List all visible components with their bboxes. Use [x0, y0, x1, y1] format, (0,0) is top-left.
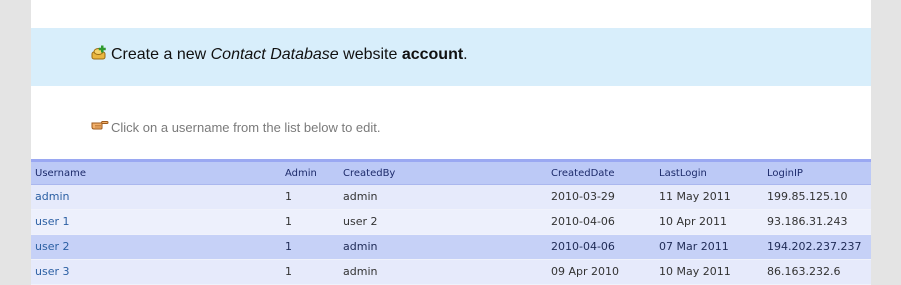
column-header-admin[interactable]: Admin	[285, 162, 317, 186]
createdby-cell: admin	[343, 240, 378, 253]
createdby-cell: user 2	[343, 215, 378, 228]
lastlogin-cell: 10 Apr 2011	[659, 215, 728, 228]
column-header-createdby[interactable]: CreatedBy	[343, 162, 395, 186]
createddate-cell: 2010-04-06	[551, 240, 615, 253]
create-account-link[interactable]: Create a new Contact Database website ac…	[111, 45, 468, 65]
admin-cell: 1	[285, 215, 292, 228]
main-panel: Create a new Contact Database website ac…	[31, 0, 871, 285]
createddate-cell: 09 Apr 2010	[551, 265, 620, 278]
lastlogin-cell: 07 Mar 2011	[659, 240, 729, 253]
createdby-cell: admin	[343, 265, 378, 278]
create-text-app-name: Contact Database	[210, 46, 339, 63]
column-header-lastlogin[interactable]: LastLogin	[659, 162, 707, 186]
create-account-banner: Create a new Contact Database website ac…	[31, 28, 871, 86]
table-row[interactable]: admin 1 admin 2010-03-29 11 May 2011 199…	[31, 185, 871, 210]
table-row-highlighted[interactable]: user 2 1 admin 2010-04-06 07 Mar 2011 19…	[31, 235, 871, 260]
createddate-cell: 2010-04-06	[551, 215, 615, 228]
hint-text: Click on a username from the list below …	[111, 120, 381, 135]
username-link[interactable]: user 2	[35, 235, 70, 259]
lastlogin-cell: 11 May 2011	[659, 190, 731, 203]
create-text-account: account	[401, 46, 464, 63]
create-text-suffix: .	[463, 46, 468, 63]
loginip-cell: 199.85.125.10	[767, 190, 848, 203]
table-header-row: Username Admin CreatedBy CreatedDate Las…	[31, 162, 871, 185]
admin-cell: 1	[285, 240, 292, 253]
column-header-loginip[interactable]: LoginIP	[767, 162, 803, 186]
accounts-table: Username Admin CreatedBy CreatedDate Las…	[31, 159, 871, 285]
add-user-icon[interactable]	[91, 45, 107, 61]
loginip-cell: 93.186.31.243	[767, 215, 848, 228]
createddate-cell: 2010-03-29	[551, 190, 615, 203]
admin-cell: 1	[285, 265, 292, 278]
pointing-hand-icon	[91, 116, 109, 132]
username-link[interactable]: user 3	[35, 260, 70, 284]
create-text-middle: website	[338, 46, 402, 63]
loginip-cell: 86.163.232.6	[767, 265, 841, 278]
column-header-createddate[interactable]: CreatedDate	[551, 162, 614, 186]
column-header-username[interactable]: Username	[35, 162, 86, 186]
username-link[interactable]: admin	[35, 185, 69, 209]
createdby-cell: admin	[343, 190, 378, 203]
table-row[interactable]: user 3 1 admin 09 Apr 2010 10 May 2011 8…	[31, 260, 871, 285]
lastlogin-cell: 10 May 2011	[659, 265, 731, 278]
admin-cell: 1	[285, 190, 292, 203]
table-row[interactable]: user 1 1 user 2 2010-04-06 10 Apr 2011 9…	[31, 210, 871, 235]
create-text-prefix: Create a new	[111, 46, 211, 63]
loginip-cell: 194.202.237.237	[767, 240, 862, 253]
username-link[interactable]: user 1	[35, 210, 70, 234]
